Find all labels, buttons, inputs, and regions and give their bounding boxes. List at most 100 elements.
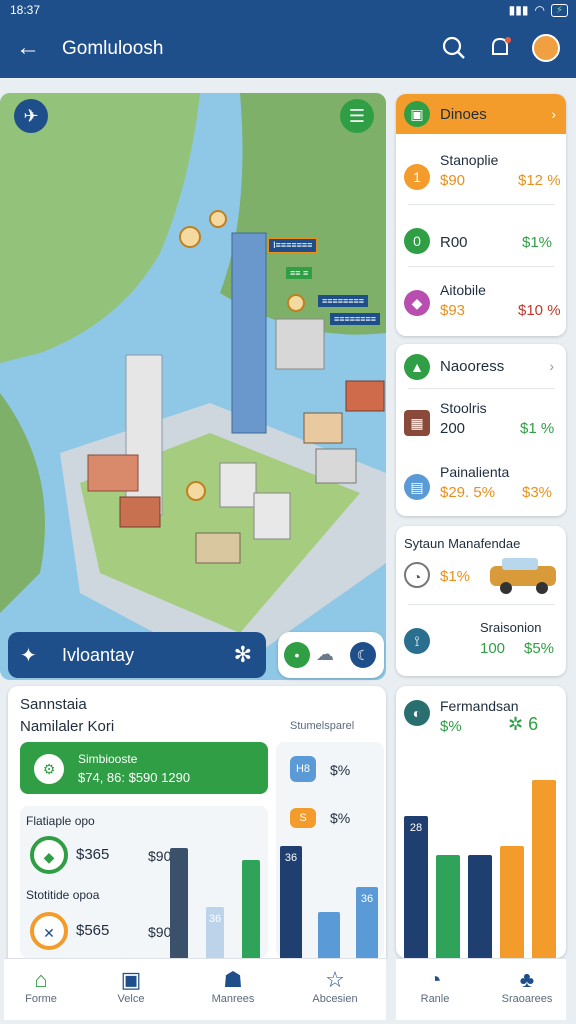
- stats-card-system: Sytaun Manafendae ◔ $1% ⟟ Sraisonion 100…: [396, 526, 566, 676]
- bar-label: 36: [208, 913, 222, 925]
- nav-item-resources[interactable]: ♣ Sraoarees: [492, 967, 562, 1005]
- chat-icon[interactable]: •: [284, 642, 310, 668]
- item-icon: ◆: [404, 290, 430, 316]
- highlight-value: $74, 86: $590 1290: [78, 770, 191, 785]
- item-name: Aitobile: [440, 282, 486, 298]
- map-label[interactable]: Ⅰ≡≡≡≡≡≡≡: [268, 238, 318, 253]
- nav-item-home[interactable]: ⌂ Forme: [6, 967, 76, 1005]
- divider: [408, 604, 554, 605]
- people-icon: ☗: [223, 967, 243, 992]
- card-title: Dinoes: [440, 106, 487, 123]
- item-percent: $10 %: [518, 302, 561, 319]
- item-value: $29. 5%: [440, 484, 496, 501]
- back-button[interactable]: ←: [14, 34, 42, 62]
- settings-icon: ✻: [233, 642, 252, 667]
- highlight-title: Simbiooste: [78, 752, 138, 766]
- location-label: Ivloantay: [62, 645, 135, 665]
- card-value: $%: [440, 718, 462, 735]
- map-compass-button[interactable]: ✈: [14, 99, 48, 133]
- nav-label: Forme: [25, 993, 57, 1005]
- status-bar: 18:37 ▮▮▮ ◠ ⚡: [0, 0, 576, 20]
- metric-value: $%: [330, 762, 351, 778]
- item-value: 100: [480, 640, 506, 657]
- stats-card-dinoes: ▣ Dinoes › 1 Stanoplie $90 $12 % 0 R00 $…: [396, 94, 566, 336]
- nav-label: Abcesien: [312, 993, 358, 1005]
- card-title: Naooress: [440, 358, 505, 375]
- search-icon: [442, 36, 465, 59]
- weather-icon[interactable]: ☁: [316, 644, 334, 665]
- group-icon: ♣: [519, 967, 535, 992]
- item-value: 200: [440, 420, 466, 437]
- row-amount: $365: [76, 846, 110, 863]
- battery-icon: ⚡: [550, 3, 568, 17]
- wifi-icon: ◠: [534, 3, 545, 17]
- item-name: Stanoplie: [440, 152, 499, 168]
- notification-button[interactable]: [486, 34, 514, 62]
- right-chart-area: H8 $% S $% 36 36: [276, 742, 384, 958]
- item-percent: $1%: [522, 234, 553, 251]
- map-layer-button[interactable]: ☰: [340, 99, 374, 133]
- home-icon: ⌂: [34, 967, 48, 992]
- avatar[interactable]: [532, 34, 560, 62]
- highlight-box[interactable]: ⚙ Simbiooste $74, 86: $590 1290: [20, 742, 268, 794]
- row-label: Stotitide opoa: [26, 888, 100, 902]
- chart-bar: [242, 860, 260, 958]
- map-label[interactable]: ≡≡≡≡≡≡≡≡: [318, 295, 369, 307]
- nav-item-manage[interactable]: ☗ Manrees: [198, 967, 268, 1005]
- nav-item-ranle[interactable]: ◔ Ranle: [400, 967, 470, 1005]
- item-name: Sraisonion: [480, 620, 542, 635]
- card-title: Fermandsan: [440, 698, 519, 714]
- nav-label: Sraoarees: [501, 993, 553, 1005]
- item-icon: 0: [404, 228, 430, 254]
- item-icon: ◔: [404, 562, 430, 588]
- bar-label: 36: [284, 852, 298, 864]
- bar-chart: 28: [404, 780, 560, 958]
- search-button[interactable]: [440, 34, 468, 62]
- status-time: 18:37: [10, 3, 41, 17]
- map-label[interactable]: ≡≡ ≡: [286, 267, 313, 279]
- car-illustration: [490, 558, 556, 594]
- chart-bar: 36: [280, 846, 302, 958]
- chevron-right-icon[interactable]: ›: [549, 358, 554, 374]
- card-header[interactable]: ▣ Dinoes ›: [396, 94, 566, 134]
- row-amount-secondary: $90: [148, 924, 172, 940]
- item-name: R00: [440, 234, 468, 251]
- tools-icon: ✕: [30, 912, 68, 950]
- bar-chart: 36 36: [280, 836, 382, 958]
- chevron-right-icon: ›: [551, 106, 556, 122]
- row-amount: $565: [76, 922, 110, 939]
- card-icon: ▣: [404, 101, 430, 127]
- star-icon: ✲ 6: [508, 714, 539, 734]
- image-icon: ▣: [120, 967, 142, 992]
- page-title: Gomluloosh: [62, 38, 164, 59]
- item-icon: ▤: [404, 474, 430, 500]
- map-illustration: [0, 93, 386, 673]
- item-value: $93: [440, 302, 466, 319]
- map-label[interactable]: ≡≡≡≡≡≡≡≡: [330, 313, 381, 325]
- moon-icon[interactable]: ☾: [350, 642, 376, 668]
- star-icon: ☆: [325, 967, 345, 992]
- metric-icon: S: [290, 808, 316, 828]
- signal-icon: ▮▮▮: [508, 3, 529, 17]
- item-percent: $12 %: [518, 172, 561, 189]
- card-title: Sytaun Manafendae: [404, 536, 521, 551]
- panel-title: Sannstaia: [20, 696, 87, 713]
- chart-icon: ◆: [30, 836, 68, 874]
- item-value: $1%: [440, 568, 471, 585]
- divider: [408, 266, 554, 267]
- metric-icon: H8: [290, 756, 316, 782]
- city-map[interactable]: ✈ ☰ Ⅰ≡≡≡≡≡≡≡ ≡≡ ≡ ≡≡≡≡≡≡≡≡ ≡≡≡≡≡≡≡≡: [0, 93, 386, 680]
- item-icon: ▦: [404, 410, 430, 436]
- nav-item-view[interactable]: ▣ Velce: [96, 967, 166, 1005]
- chart-bar: [500, 846, 524, 958]
- bar-label: 28: [409, 822, 423, 834]
- nav-item-access[interactable]: ☆ Abcesien: [300, 967, 370, 1005]
- item-value: $90: [440, 172, 466, 189]
- item-icon: 1: [404, 164, 430, 190]
- location-icon: ✦: [20, 645, 37, 667]
- map-location-bar[interactable]: ✦ Ivloantay ✻: [8, 632, 266, 678]
- panel-caption: Stumelsparel: [290, 720, 355, 732]
- map-controls[interactable]: • ☁ ☾: [278, 632, 384, 678]
- divider: [408, 388, 554, 389]
- chart-bar: [468, 855, 492, 958]
